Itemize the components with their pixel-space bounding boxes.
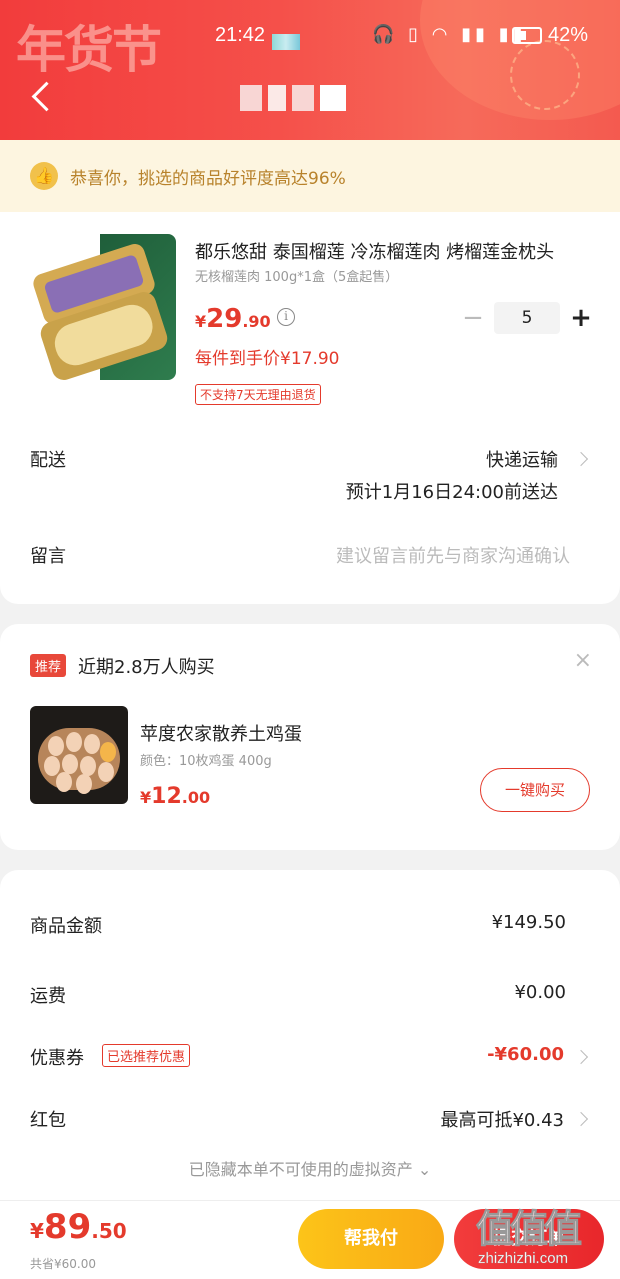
back-chevron-icon[interactable] — [28, 78, 58, 118]
total-price: ¥89.50 — [30, 1207, 127, 1247]
redacted-page-title — [240, 85, 346, 111]
delivery-method[interactable]: 快递运输 — [486, 446, 558, 472]
site-watermark: 值值值 zhizhizhi.com — [470, 1196, 620, 1279]
order-item-card: 都乐悠甜 泰国榴莲 冷冻榴莲肉 烤榴莲金枕头 无核榴莲肉 100g*1盒（5盒起… — [0, 212, 620, 604]
status-bar: 21:42 🎧 ▯ ◠ ▮▮ ▮▮ 42% — [0, 20, 620, 54]
info-icon[interactable]: i — [277, 308, 295, 326]
header: 年货节 21:42 🎧 ▯ ◠ ▮▮ ▮▮ 42% — [0, 0, 620, 140]
rec-price-decimal: .00 — [181, 788, 211, 807]
total-saved: 共省¥60.00 — [30, 1257, 96, 1271]
shipping-label: 运费 — [30, 986, 66, 1007]
coupon-value[interactable]: -¥60.00 — [487, 1044, 564, 1065]
coupon-label: 优惠券 — [30, 1048, 84, 1069]
total-integer: 89 — [43, 1207, 92, 1247]
qty-minus-button[interactable]: − — [458, 303, 488, 333]
unit-final-price: 每件到手价¥17.90 — [195, 349, 340, 369]
status-time: 21:42 — [215, 24, 266, 46]
hidden-assets-toggle[interactable]: 已隐藏本单不可使用的虚拟资产 ⌄ — [0, 1156, 620, 1180]
qty-plus-button[interactable]: + — [566, 303, 596, 333]
product-title[interactable]: 都乐悠甜 泰国榴莲 冷冻榴莲肉 烤榴莲金枕头 — [195, 238, 595, 264]
delivery-eta: 预计1月16日24:00前送达 — [345, 482, 558, 503]
memo-label: 留言 — [30, 546, 66, 567]
price-decimal: .90 — [242, 312, 271, 331]
redpacket-value[interactable]: 最高可抵¥0.43 — [440, 1106, 564, 1132]
battery-percent: 42% — [548, 24, 589, 46]
chevron-right-icon[interactable] — [573, 451, 589, 467]
rating-notice: 👍 恭喜你，挑选的商品好评度高达96% — [0, 140, 620, 212]
recommend-product-spec: 颜色：10枚鸡蛋 400g — [140, 754, 272, 769]
shipping-value: ¥0.00 — [514, 982, 566, 1003]
notice-text: 恭喜你，挑选的商品好评度高达96% — [70, 169, 346, 189]
thumbs-up-icon: 👍 — [30, 162, 58, 190]
memo-input[interactable]: 建议留言前先与商家沟通确认 — [336, 542, 570, 568]
total-decimal: .50 — [91, 1219, 127, 1243]
quantity-stepper: − 5 + — [458, 302, 596, 334]
recommend-price: ¥12.00 — [140, 784, 210, 809]
price-summary-card: 商品金额 ¥149.50 运费 ¥0.00 优惠券 已选推荐优惠 -¥60.00… — [0, 870, 620, 1200]
price-integer: 29 — [206, 304, 243, 334]
price-currency: ¥ — [195, 312, 207, 331]
recommend-tag: 推荐 — [30, 654, 67, 677]
redpacket-label: 红包 — [30, 1110, 66, 1131]
chevron-right-icon[interactable] — [573, 1049, 589, 1065]
total-currency: ¥ — [30, 1219, 44, 1243]
product-spec[interactable]: 无核榴莲肉 100g*1盒（5盒起售） — [195, 266, 398, 285]
watermark-logo: 值值值 — [475, 1207, 582, 1252]
goods-amount-label: 商品金额 — [30, 916, 102, 937]
goods-amount-value: ¥149.50 — [491, 912, 566, 933]
product-image[interactable] — [30, 234, 176, 380]
help-me-pay-button[interactable]: 帮我付 — [298, 1209, 444, 1269]
recommend-product-name[interactable]: 苹度农家散养土鸡蛋 — [140, 720, 302, 746]
redacted-block — [272, 34, 300, 50]
delivery-label: 配送 — [30, 450, 66, 471]
recommend-title: 近期2.8万人购买 — [78, 657, 215, 678]
coupon-selected-tag: 已选推荐优惠 — [102, 1044, 191, 1067]
battery-icon — [512, 27, 542, 44]
recommend-card: 推荐 近期2.8万人购买 × 苹度农家散养土鸡蛋 颜色：10枚鸡蛋 400g ¥… — [0, 624, 620, 850]
close-icon[interactable]: × — [574, 648, 592, 673]
qty-input[interactable]: 5 — [494, 302, 560, 334]
rec-price-integer: 12 — [151, 784, 182, 809]
no-return-badge: 不支持7天无理由退货 — [195, 384, 321, 405]
status-icons: 🎧 ▯ ◠ ▮▮ ▮▮ — [372, 24, 527, 45]
product-price: ¥29.90 — [195, 304, 271, 334]
watermark-url: zhizhizhi.com — [478, 1250, 569, 1267]
one-click-buy-button[interactable]: 一键购买 — [480, 768, 590, 812]
rec-price-currency: ¥ — [140, 788, 152, 807]
egg-product-image[interactable] — [30, 706, 128, 804]
chevron-right-icon[interactable] — [573, 1111, 589, 1127]
